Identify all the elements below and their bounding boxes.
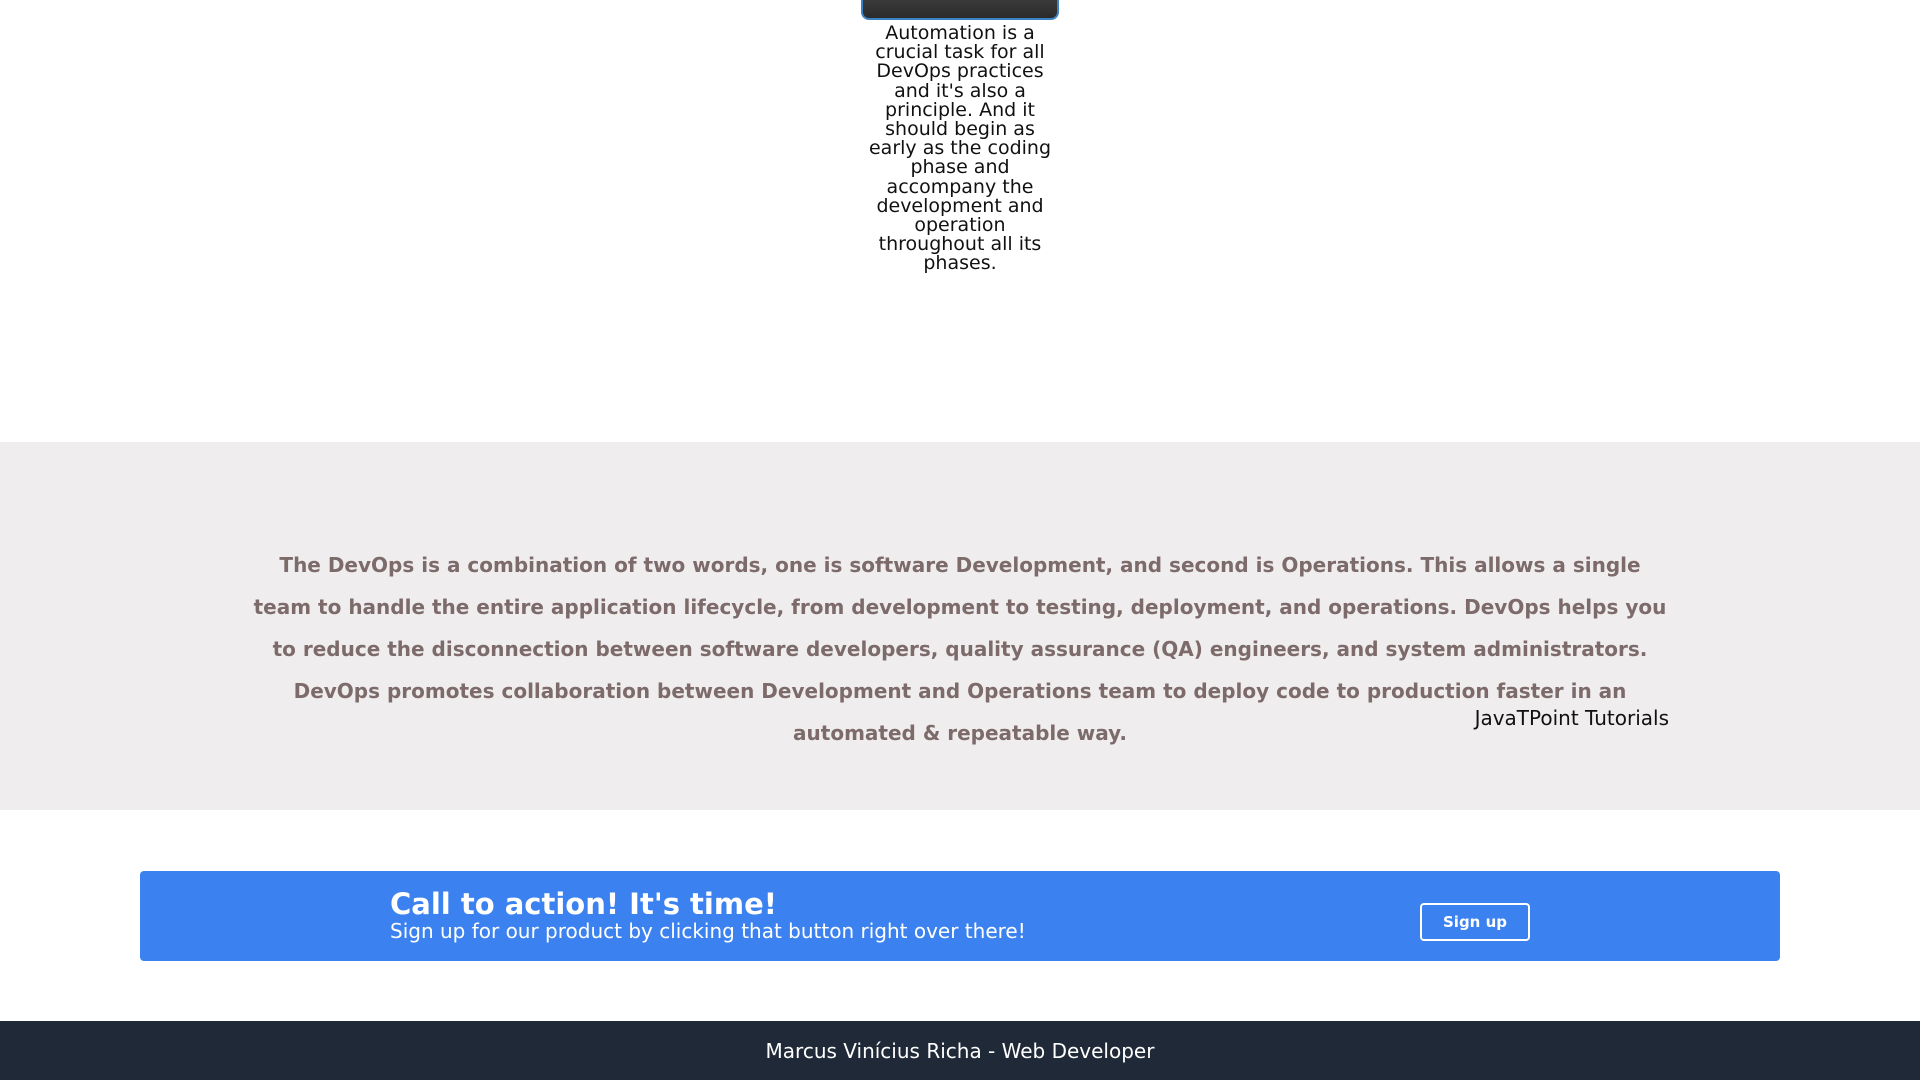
automation-card: Automation is a crucial task for all Dev… xyxy=(860,0,1060,274)
quote-source: JavaTPoint Tutorials xyxy=(1474,706,1669,730)
card-text: Automation is a crucial task for all Dev… xyxy=(868,22,1052,275)
quote-text: The DevOps is a combination of two words… xyxy=(253,553,1667,745)
footer-text: Marcus Vinícius Richa - Web Developer xyxy=(765,1038,1155,1063)
call-to-action-banner: Call to action! It's time! Sign up for o… xyxy=(140,871,1780,961)
cta-title: Call to action! It's time! xyxy=(390,887,777,921)
quote-section: The DevOps is a combination of two words… xyxy=(0,442,1920,810)
page: Automation is a crucial task for all Dev… xyxy=(0,0,1920,1080)
cta-subtitle: Sign up for our product by clicking that… xyxy=(390,919,1026,943)
card-image xyxy=(861,0,1059,20)
sign-up-button[interactable]: Sign up xyxy=(1420,903,1530,941)
footer: Marcus Vinícius Richa - Web Developer xyxy=(0,1021,1920,1080)
